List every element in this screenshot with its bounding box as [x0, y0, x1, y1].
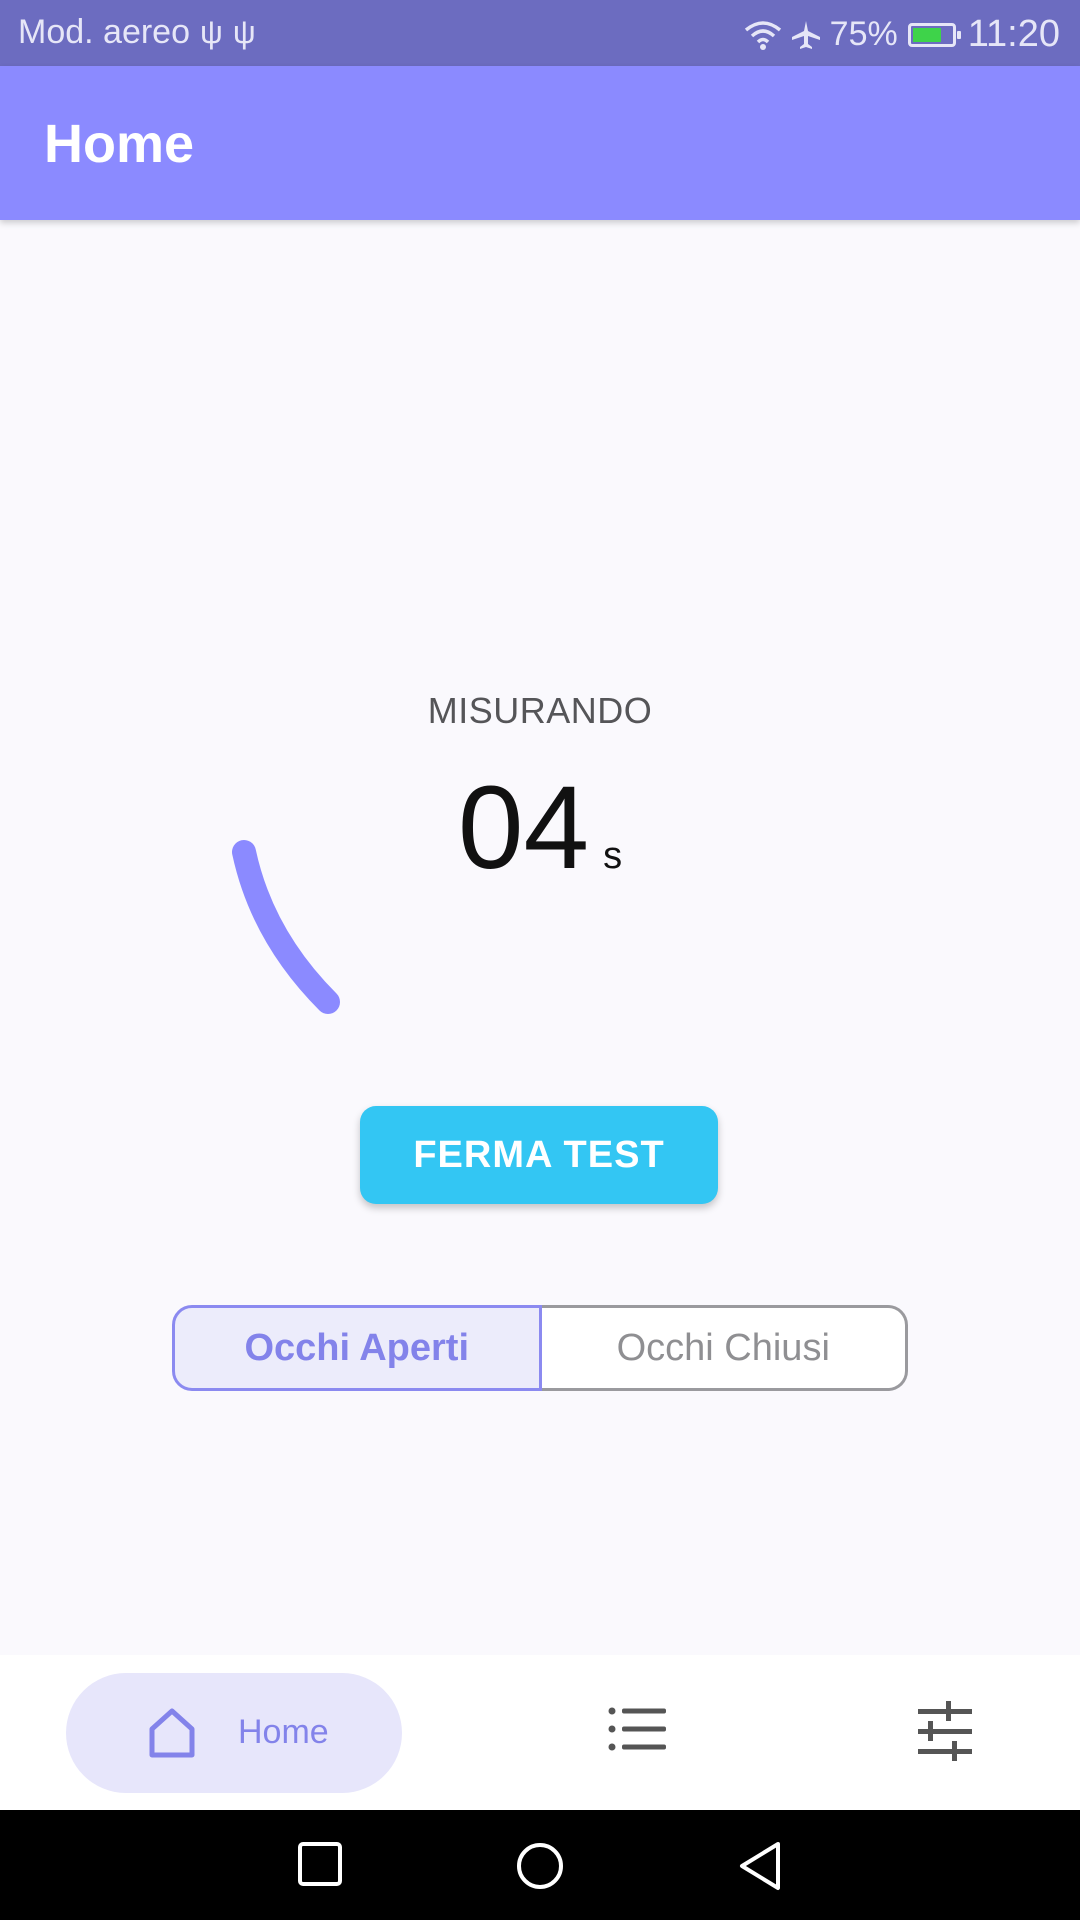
back-icon[interactable]	[736, 1840, 784, 1892]
battery-level	[912, 27, 942, 42]
system-navigation-bar	[0, 1810, 1080, 1920]
progress-arc	[232, 840, 340, 1014]
page-title: Home	[44, 114, 195, 174]
list-icon[interactable]	[608, 1707, 668, 1751]
status-bar: Mod. aereo ψ ψ 75% 11:20	[0, 0, 1080, 66]
usb-icon: ψ	[232, 14, 256, 50]
battery-percent: 75%	[829, 15, 898, 53]
settings-sliders-icon[interactable]	[916, 1699, 974, 1763]
nav-item-home-label: Home	[238, 1713, 329, 1751]
stop-test-button[interactable]: FERMA TEST	[360, 1106, 718, 1204]
airplane-mode-label: Mod. aereo	[18, 13, 190, 51]
battery-icon	[907, 22, 961, 47]
timer-unit: s	[603, 835, 623, 877]
usb-icon: ψ	[200, 14, 223, 50]
status-right: 75% 11:20	[736, 13, 1060, 56]
status-left: Mod. aereo ψ ψ	[18, 13, 256, 52]
home-icon	[149, 1708, 195, 1758]
bottom-navigation: Home	[0, 1655, 1080, 1810]
app-bar: Home	[0, 66, 1080, 220]
wifi-icon	[744, 20, 781, 50]
eyes-mode-toggle: Occhi Aperti Occhi Chiusi	[172, 1305, 908, 1391]
home-system-icon[interactable]	[514, 1840, 566, 1892]
airplane-icon	[791, 20, 820, 49]
nav-item-home[interactable]: Home	[66, 1673, 402, 1793]
timer: 04 s	[0, 760, 1080, 896]
segment-eyes-open[interactable]: Occhi Aperti	[172, 1305, 542, 1391]
measurement-status-label: MISURANDO	[427, 690, 653, 731]
status-time: 11:20	[967, 13, 1060, 55]
timer-value: 04	[457, 762, 590, 894]
recent-apps-icon[interactable]	[296, 1840, 344, 1888]
segment-eyes-closed[interactable]: Occhi Chiusi	[541, 1305, 908, 1391]
screen: Mod. aereo ψ ψ 75% 11:20 Home MISURANDO	[0, 0, 1080, 1920]
